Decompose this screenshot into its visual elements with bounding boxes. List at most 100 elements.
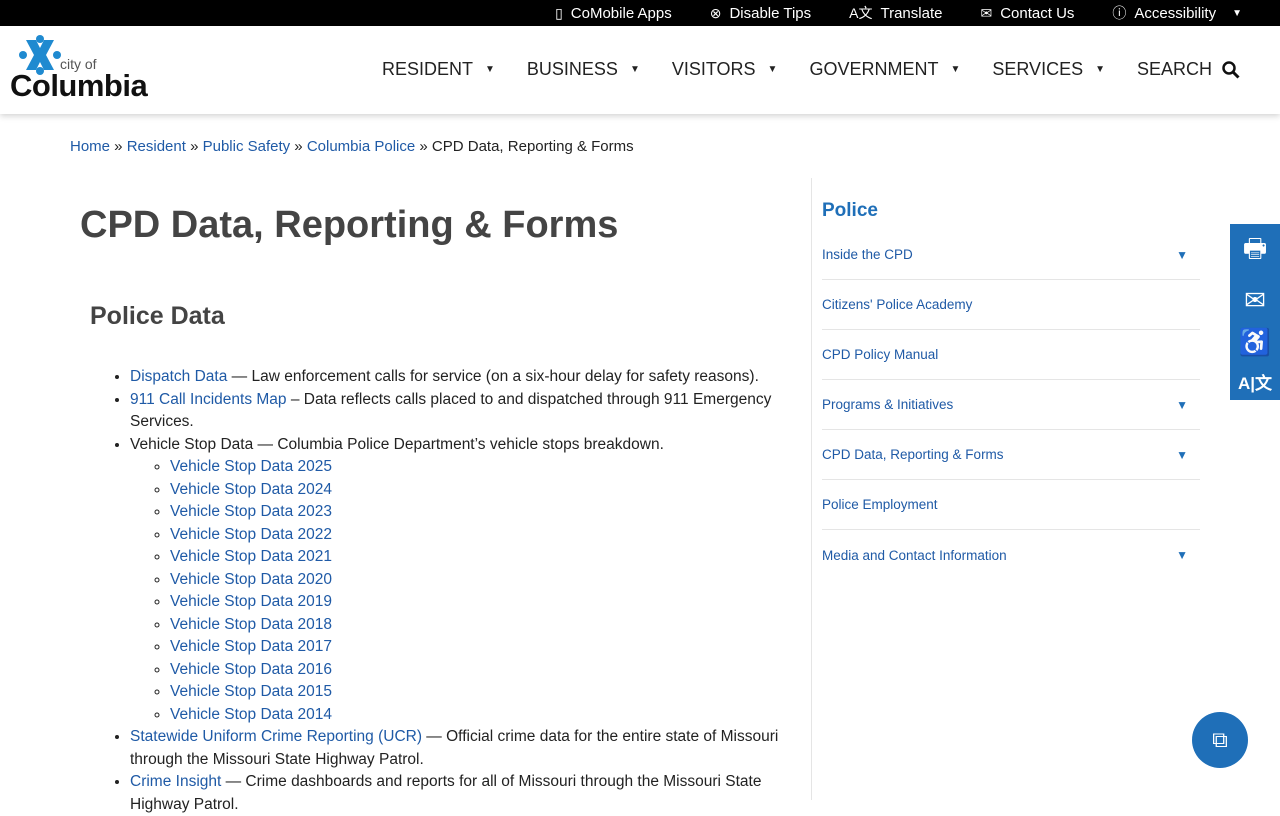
list-item: Statewide Uniform Crime Reporting (UCR) … [130,726,800,771]
description: — Crime dashboards and reports for all o… [130,773,762,813]
chat-icon: ⧉ [1212,727,1228,752]
label: Police Employment [822,497,938,512]
description: Vehicle Stop Data — Columbia Police Depa… [130,435,664,453]
vehicle-stop-link[interactable]: Vehicle Stop Data 2024 [170,481,332,498]
translate-icon: A文 [849,5,873,21]
list-item: Vehicle Stop Data 2015 [170,681,800,704]
breadcrumb-current: CPD Data, Reporting & Forms [431,138,634,155]
label: Disable Tips [729,4,812,22]
accessibility-menu[interactable]: ⓘ Accessibility ▼ [1112,3,1242,23]
label: GOVERNMENT [809,59,939,79]
expand-triangle-icon[interactable]: ▼ [1176,448,1188,462]
column-divider [811,178,812,800]
translate-link[interactable]: A文 Translate [849,3,942,23]
crime-insight-link[interactable]: Crime Insight [130,773,221,790]
sidebar-item-employment[interactable]: Police Employment [822,480,1200,530]
vehicle-stop-link[interactable]: Vehicle Stop Data 2014 [170,706,332,723]
nav-government[interactable]: GOVERNMENT ▼ [809,59,960,80]
nav-visitors[interactable]: VISITORS ▼ [672,59,778,80]
label: Accessibility [1134,4,1217,22]
sidebar-item-inside-cpd[interactable]: Inside the CPD ▼ [822,230,1200,280]
utility-bar: ▯ CoMobile Apps ⊗ Disable Tips A文 Translate… [0,0,1280,26]
caret-down-icon: ▼ [767,64,778,75]
translate-icon[interactable]: A|文 [1238,369,1272,394]
call-incidents-map-link[interactable]: 911 Call Incidents Map [130,391,287,408]
nav-business[interactable]: BUSINESS ▼ [527,59,640,80]
caret-down-icon: ▼ [1095,64,1105,75]
vehicle-stop-link[interactable]: Vehicle Stop Data 2016 [170,661,332,678]
vehicle-stop-link[interactable]: Vehicle Stop Data 2023 [170,503,332,520]
breadcrumb-columbia-police[interactable]: Columbia Police [307,138,415,155]
list-item: 911 Call Incidents Map – Data reflects c… [130,389,800,434]
label: BUSINESS [526,59,618,79]
logo-name: Columbia [10,68,148,103]
accessibility-icon: ⓘ [1112,5,1127,21]
breadcrumb-home[interactable]: Home [70,138,110,155]
breadcrumb-public-safety[interactable]: Public Safety [203,138,291,155]
expand-triangle-icon[interactable]: ▼ [1176,248,1188,262]
dispatch-data-link[interactable]: Dispatch Data [130,368,227,385]
vehicle-stop-link[interactable]: Vehicle Stop Data 2018 [170,616,332,633]
caret-down-icon: ▼ [950,64,961,75]
description: — Law enforcement calls for service (on … [227,368,759,385]
label: SERVICES [992,59,1084,79]
vehicle-stop-link[interactable]: Vehicle Stop Data 2020 [170,571,332,588]
disable-tips-link[interactable]: ⊗ Disable Tips [710,5,811,22]
print-icon[interactable]: 🖶 [1243,230,1268,274]
share-toolbar: 🖶 ✉ ♿ A|文 [1230,224,1280,400]
label: Citizens' Police Academy [822,297,973,312]
search-icon [1222,60,1240,79]
sidebar-item-policy-manual[interactable]: CPD Policy Manual [822,330,1200,380]
chat-button[interactable]: ⧉ [1192,712,1248,768]
police-data-list: Dispatch Data — Law enforcement calls fo… [110,366,800,816]
main-nav: RESIDENT ▼ BUSINESS ▼ VISITORS ▼ GOVERNMENT… [350,59,1240,80]
email-icon[interactable]: ✉ [1244,285,1266,316]
label: CPD Data, Reporting & Forms [822,447,1004,462]
ucr-link[interactable]: Statewide Uniform Crime Reporting (UCR) [130,728,422,745]
expand-triangle-icon[interactable]: ▼ [1176,548,1188,562]
label: SEARCH [1136,59,1212,79]
list-item: Vehicle Stop Data 2021 [170,546,800,569]
label: VISITORS [671,59,756,79]
label: CPD Policy Manual [822,347,939,362]
label: Media and Contact Information [822,547,1007,563]
sidebar-item-programs[interactable]: Programs & Initiatives ▼ [822,380,1200,430]
sidebar-title[interactable]: Police [822,200,1200,230]
label: Translate [880,4,943,22]
sidebar-item-media-contact[interactable]: Media and Contact Information ▼ [822,530,1200,580]
nav-resident[interactable]: RESIDENT ▼ [382,59,495,80]
breadcrumb-resident[interactable]: Resident [127,138,186,155]
label: Inside the CPD [822,247,913,262]
vehicle-stop-link[interactable]: Vehicle Stop Data 2022 [170,526,332,543]
caret-down-icon: ▼ [629,64,640,75]
comobile-apps-link[interactable]: ▯ CoMobile Apps [555,5,672,22]
list-item: Vehicle Stop Data 2016 [170,659,800,682]
list-item: Vehicle Stop Data 2014 [170,704,800,727]
sidebar-item-data-reporting[interactable]: CPD Data, Reporting & Forms ▼ [822,430,1200,480]
sidebar-nav: Police Inside the CPD ▼ Citizens' Police … [822,200,1200,580]
contact-us-link[interactable]: ✉ Contact Us [980,5,1074,22]
vehicle-stop-link[interactable]: Vehicle Stop Data 2017 [170,638,332,655]
list-item: Vehicle Stop Data 2024 [170,479,800,502]
page-title: CPD Data, Reporting & Forms [80,204,619,246]
label: Programs & Initiatives [822,397,954,412]
vehicle-stop-link[interactable]: Vehicle Stop Data 2015 [170,683,332,700]
breadcrumb: Home » Resident » Public Safety » Columb… [70,138,634,155]
vehicle-stop-link[interactable]: Vehicle Stop Data 2019 [170,593,332,610]
city-logo[interactable]: city of Columbia [10,34,155,104]
section-heading: Police Data [90,302,225,330]
list-item: Vehicle Stop Data 2020 [170,569,800,592]
vehicle-stop-link[interactable]: Vehicle Stop Data 2025 [170,458,332,475]
nav-search[interactable]: SEARCH [1137,59,1240,80]
sidebar-item-citizens-academy[interactable]: Citizens' Police Academy [822,280,1200,330]
accessibility-icon[interactable]: ♿ [1239,327,1271,358]
envelope-icon: ✉ [980,4,993,21]
expand-triangle-icon[interactable]: ▼ [1176,398,1188,412]
list-item: Dispatch Data — Law enforcement calls fo… [130,366,800,389]
phone-icon: ▯ [555,4,563,21]
list-item: Vehicle Stop Data — Columbia Police Depa… [130,434,800,727]
vehicle-stop-link[interactable]: Vehicle Stop Data 2021 [170,548,332,565]
site-header: city of Columbia RESIDENT ▼ BUSINESS ▼ VIS… [0,26,1280,114]
nav-services[interactable]: SERVICES ▼ [992,59,1105,80]
list-item: Vehicle Stop Data 2018 [170,614,800,637]
